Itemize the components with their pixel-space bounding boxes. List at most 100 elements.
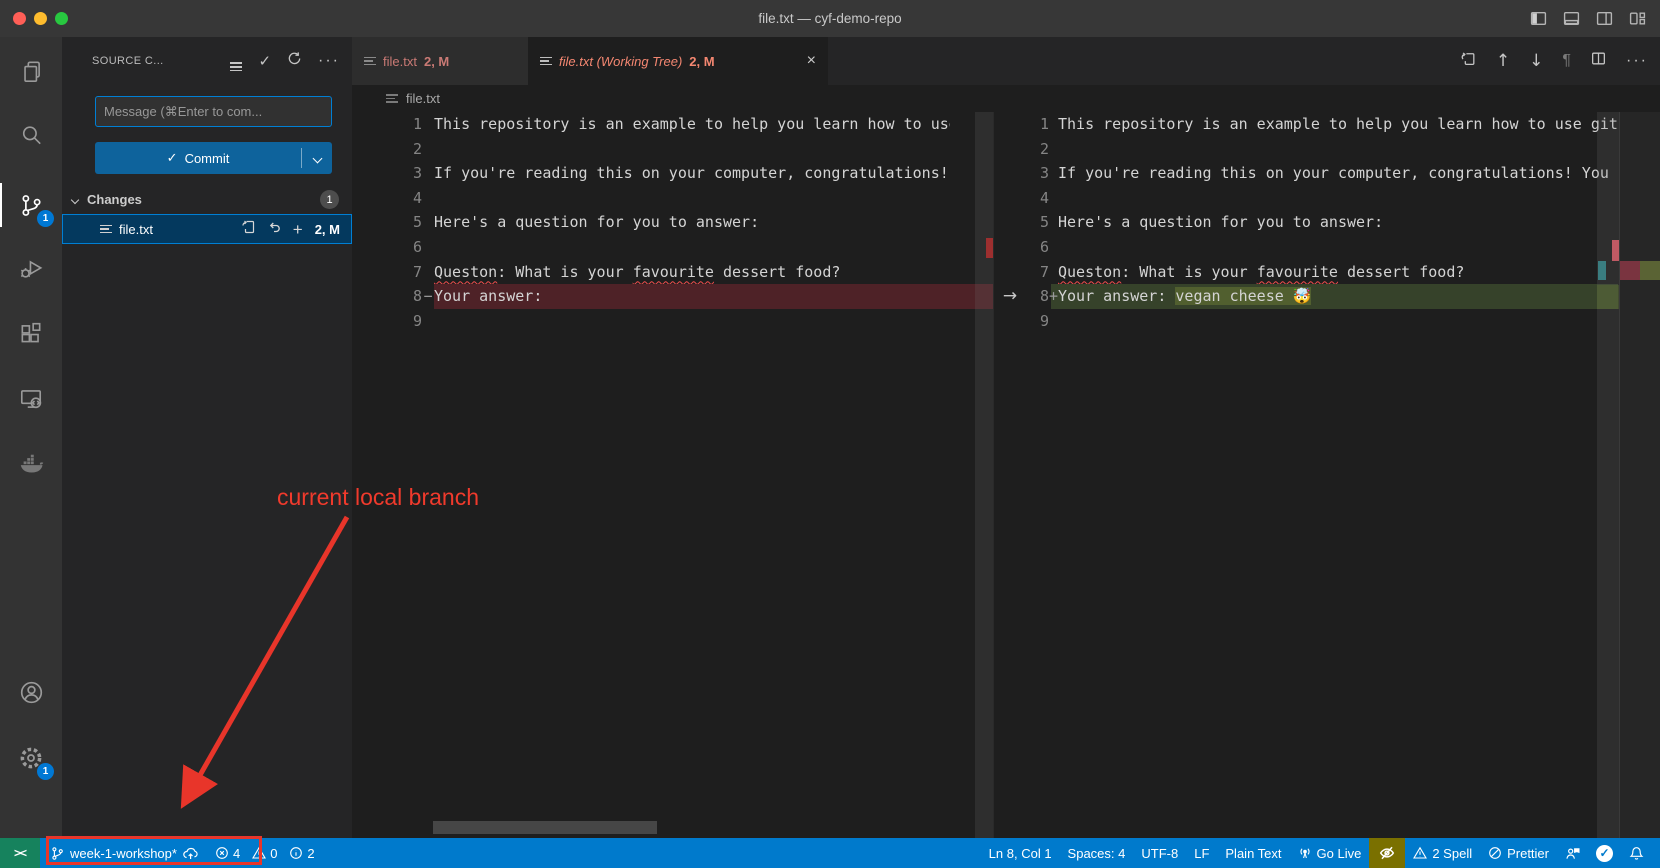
line-number: 9 bbox=[352, 309, 422, 334]
prettier-status[interactable]: Prettier bbox=[1480, 838, 1557, 868]
code-line: 2 bbox=[352, 137, 993, 162]
remote-indicator[interactable]: >< bbox=[0, 838, 40, 868]
vertical-scrollbar[interactable] bbox=[975, 112, 993, 838]
remote-explorer-icon[interactable] bbox=[0, 375, 62, 423]
code-line: 8−Your answer: bbox=[352, 284, 993, 309]
line-number: 3 bbox=[994, 161, 1049, 186]
annotation-highlight-box bbox=[46, 836, 262, 865]
window-title: file.txt — cyf-demo-repo bbox=[758, 11, 901, 26]
more-actions-icon[interactable]: ··· bbox=[318, 52, 340, 70]
info-icon bbox=[289, 846, 303, 860]
refresh-icon[interactable] bbox=[287, 51, 302, 71]
commit-button[interactable]: ✓Commit bbox=[95, 142, 332, 174]
diff-modified-pane[interactable]: 1This repository is an example to help y… bbox=[993, 112, 1660, 838]
previous-change-icon[interactable]: ↑ bbox=[1496, 51, 1510, 71]
changes-section-header[interactable]: Changes 1 bbox=[62, 187, 352, 212]
line-number: 6 bbox=[994, 235, 1049, 260]
sidebar-title: SOURCE C... bbox=[92, 55, 164, 67]
code-line: 8+Your answer: vegan cheese 🤯 bbox=[994, 284, 1660, 309]
commit-message-input[interactable] bbox=[95, 96, 332, 127]
stage-changes-icon[interactable]: + bbox=[293, 221, 303, 238]
source-control-badge: 1 bbox=[37, 210, 54, 227]
toggle-panel-icon[interactable] bbox=[1563, 10, 1580, 27]
eol-sequence[interactable]: LF bbox=[1186, 838, 1217, 868]
chevron-down-icon bbox=[71, 195, 79, 203]
check-circle-icon: ✓ bbox=[1596, 845, 1613, 862]
open-changes-icon[interactable] bbox=[1460, 50, 1477, 72]
text-file-icon bbox=[100, 225, 112, 234]
explorer-icon[interactable] bbox=[0, 48, 62, 96]
code-line: 1This repository is an example to help y… bbox=[994, 112, 1660, 137]
zoom-window-button[interactable] bbox=[55, 12, 68, 25]
notifications-bell-button[interactable] bbox=[1621, 838, 1652, 868]
accounts-icon[interactable] bbox=[0, 668, 62, 716]
changed-file-row[interactable]: file.txt + 2, M bbox=[62, 214, 352, 244]
toggle-secondary-sidebar-icon[interactable] bbox=[1596, 10, 1613, 27]
line-number: 1 bbox=[994, 112, 1049, 137]
changes-count-badge: 1 bbox=[320, 190, 339, 209]
open-file-icon[interactable] bbox=[241, 219, 257, 240]
horizontal-scrollbar[interactable] bbox=[433, 821, 657, 834]
commit-dropdown-button[interactable] bbox=[302, 155, 332, 162]
title-bar: file.txt — cyf-demo-repo bbox=[0, 0, 1660, 37]
breadcrumb[interactable]: file.txt bbox=[352, 85, 1660, 112]
code-line: 9 bbox=[352, 309, 993, 334]
code-line: 4 bbox=[994, 186, 1660, 211]
settings-gear-icon[interactable]: 1 bbox=[0, 734, 62, 782]
docker-icon[interactable] bbox=[0, 440, 62, 488]
line-number: 3 bbox=[352, 161, 422, 186]
run-debug-icon[interactable] bbox=[0, 245, 62, 293]
go-live-button[interactable]: Go Live bbox=[1290, 838, 1370, 868]
toggle-primary-sidebar-icon[interactable] bbox=[1530, 10, 1547, 27]
close-tab-icon[interactable]: × bbox=[807, 52, 816, 70]
next-change-icon[interactable]: ↓ bbox=[1529, 51, 1543, 71]
language-mode[interactable]: Plain Text bbox=[1217, 838, 1289, 868]
source-control-sidebar: SOURCE C... ✓ ··· ✓Commit Changes 1 file… bbox=[62, 37, 352, 838]
file-decoration: 2, M bbox=[315, 222, 340, 237]
settings-badge: 1 bbox=[37, 763, 54, 780]
line-number: 8 bbox=[352, 284, 422, 309]
code-line: 2 bbox=[994, 137, 1660, 162]
text-file-icon bbox=[386, 94, 398, 103]
customize-layout-icon[interactable] bbox=[1629, 10, 1646, 27]
diff-editor: 1This repository is an example to help y… bbox=[352, 112, 1660, 838]
search-icon[interactable] bbox=[0, 111, 62, 159]
spell-checker-status[interactable]: 2 Spell bbox=[1405, 838, 1480, 868]
warning-icon bbox=[1413, 846, 1427, 860]
line-number: 2 bbox=[352, 137, 422, 162]
split-editor-icon[interactable] bbox=[1590, 50, 1607, 72]
render-whitespace-icon[interactable]: ¶ bbox=[1562, 52, 1571, 70]
cursor-position[interactable]: Ln 8, Col 1 bbox=[981, 838, 1060, 868]
more-actions-icon[interactable]: ··· bbox=[1626, 52, 1648, 70]
code-line: 3If you're reading this on your computer… bbox=[994, 161, 1660, 186]
minimize-window-button[interactable] bbox=[34, 12, 47, 25]
line-number: 4 bbox=[994, 186, 1049, 211]
check-icon: ✓ bbox=[167, 150, 178, 166]
broadcast-icon bbox=[1298, 846, 1312, 860]
activity-bar: 1 1 bbox=[0, 37, 62, 838]
close-window-button[interactable] bbox=[13, 12, 26, 25]
diff-revert-arrow-icon[interactable]: → bbox=[997, 284, 1023, 309]
extensions-icon[interactable] bbox=[0, 310, 62, 358]
code-line: 6 bbox=[352, 235, 993, 260]
diff-original-pane[interactable]: 1This repository is an example to help y… bbox=[352, 112, 993, 838]
indentation[interactable]: Spaces: 4 bbox=[1060, 838, 1134, 868]
circle-slash-icon bbox=[1488, 846, 1502, 860]
encoding[interactable]: UTF-8 bbox=[1133, 838, 1186, 868]
code-line: 7Queston: What is your favourite dessert… bbox=[352, 260, 993, 285]
bell-icon bbox=[1629, 846, 1644, 861]
view-as-list-icon[interactable] bbox=[230, 51, 242, 71]
feedback-button[interactable] bbox=[1557, 838, 1588, 868]
source-control-icon[interactable]: 1 bbox=[0, 181, 62, 229]
code-line: 1This repository is an example to help y… bbox=[352, 112, 993, 137]
tab-file-txt-working-tree[interactable]: file.txt (Working Tree) 2, M × bbox=[528, 37, 828, 85]
eye-off-button[interactable] bbox=[1369, 838, 1405, 868]
discard-changes-icon[interactable] bbox=[267, 219, 283, 240]
commit-check-icon[interactable]: ✓ bbox=[258, 52, 271, 70]
vertical-scrollbar[interactable] bbox=[1597, 112, 1619, 838]
minimap[interactable] bbox=[1619, 112, 1660, 838]
tab-file-txt[interactable]: file.txt 2, M bbox=[352, 37, 528, 85]
code-line: 3If you're reading this on your computer… bbox=[352, 161, 993, 186]
sync-status-button[interactable]: ✓ bbox=[1588, 838, 1621, 868]
code-line: 6 bbox=[994, 235, 1660, 260]
